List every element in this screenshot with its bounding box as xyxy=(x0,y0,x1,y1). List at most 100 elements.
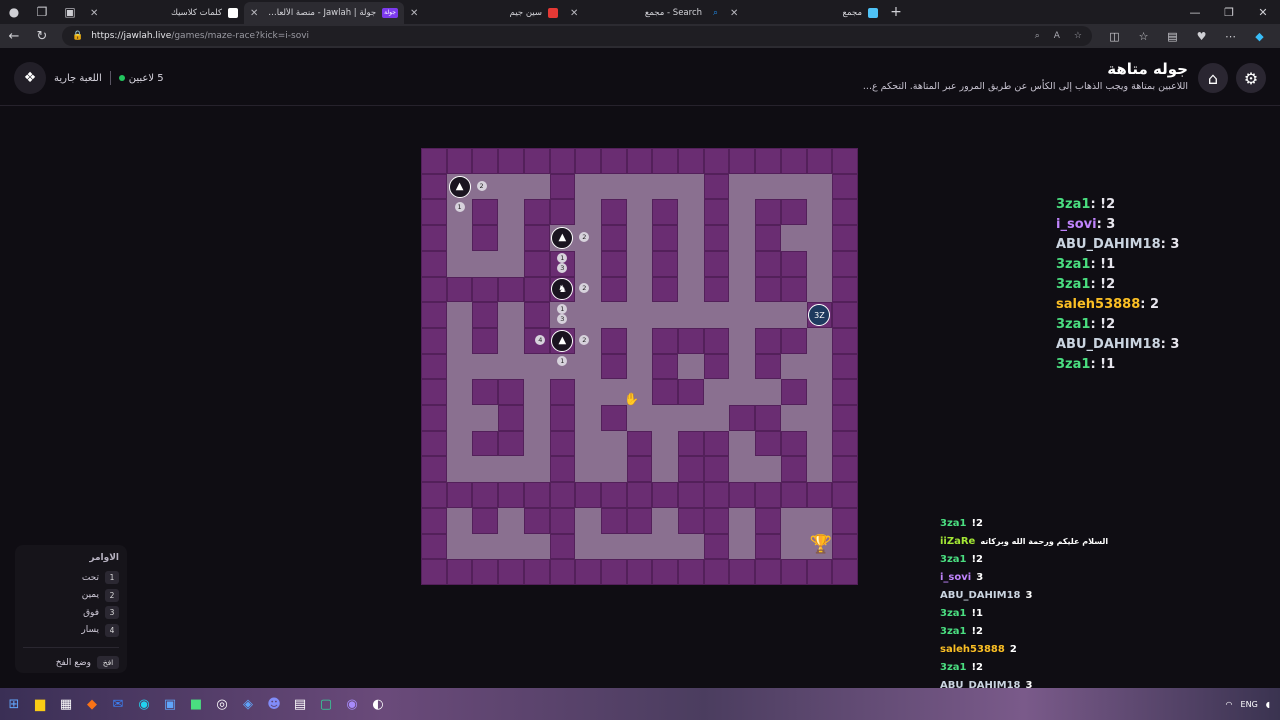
maze-wall xyxy=(421,379,447,406)
obs-icon[interactable]: ◎ xyxy=(210,692,234,716)
close-icon[interactable]: ✕ xyxy=(410,8,418,19)
maze-wall xyxy=(678,559,704,585)
tab-majma[interactable]: مجمع ✕ xyxy=(724,2,884,24)
maze-path xyxy=(446,250,473,277)
tab-search[interactable]: ⌕ Search - مجمع ✕ xyxy=(564,2,724,24)
workspaces-icon[interactable]: ❐ xyxy=(28,0,56,24)
maze-wall xyxy=(549,559,576,585)
command-key: 2 xyxy=(105,588,119,602)
maze-wall xyxy=(446,559,473,585)
tab-actions-icon[interactable]: ▣ xyxy=(56,0,84,24)
chat-text: !2 xyxy=(971,662,984,673)
maze-path xyxy=(729,276,756,303)
wifi-icon[interactable]: ◠ xyxy=(1226,700,1233,709)
messenger-icon[interactable]: ◈ xyxy=(236,692,260,716)
chat-message: 3za1 !2 xyxy=(940,659,1108,677)
maze-wall xyxy=(755,225,781,251)
calculator-icon[interactable]: ▦ xyxy=(54,692,78,716)
maze-wall xyxy=(523,302,550,328)
maze-wall xyxy=(421,456,447,483)
maze-wall xyxy=(472,559,499,585)
app-green-icon[interactable]: ▢ xyxy=(314,692,338,716)
home-button[interactable]: ⌂ xyxy=(1198,63,1228,93)
maze-wall xyxy=(832,250,858,277)
feed-separator: : xyxy=(1140,297,1150,312)
extensions-icon[interactable]: ♥ xyxy=(1187,30,1216,43)
maze-path xyxy=(446,533,473,560)
tab-title: كلمات كلاسيك xyxy=(170,8,222,18)
split-screen-icon[interactable]: ◫ xyxy=(1100,30,1129,43)
copilot-icon[interactable]: ◆ xyxy=(1245,30,1274,43)
app-purple-icon[interactable]: ◉ xyxy=(340,692,364,716)
maze-wall xyxy=(549,199,576,226)
close-icon[interactable]: ✕ xyxy=(570,8,578,19)
maze-wall xyxy=(549,148,576,174)
chat-username: 3za1 xyxy=(940,518,967,529)
maze-path xyxy=(755,173,781,200)
command-key: 3 xyxy=(105,606,119,620)
maze-path xyxy=(626,302,653,328)
maze-wall xyxy=(626,482,653,508)
close-icon[interactable]: ✕ xyxy=(90,8,98,19)
feed-command: !2 xyxy=(1100,317,1116,332)
volume-icon[interactable]: ◖ xyxy=(1266,700,1270,709)
read-aloud-icon[interactable]: A xyxy=(1054,31,1060,41)
maze-wall xyxy=(652,482,679,508)
maze-path xyxy=(652,405,679,431)
feed-username: ABU_DAHIM18 xyxy=(1056,237,1161,252)
windows-start-icon[interactable]: ⊞ xyxy=(2,692,26,716)
maze-path xyxy=(755,302,781,328)
maze-path xyxy=(523,173,550,200)
maze-wall xyxy=(472,148,499,174)
chat-bubble-icon[interactable]: ❖ xyxy=(14,62,46,94)
chat-message: saleh53888 2 xyxy=(940,641,1108,659)
favorite-star-icon[interactable]: ☆ xyxy=(1074,31,1082,41)
maximize-icon[interactable]: ❐ xyxy=(1212,6,1246,19)
maze-wall xyxy=(780,327,807,354)
feed-separator: : xyxy=(1090,317,1101,332)
chat-username: 3za1 xyxy=(940,554,967,565)
file-explorer-icon[interactable]: ▆ xyxy=(28,692,52,716)
close-window-icon[interactable]: ✕ xyxy=(1246,6,1280,19)
close-icon[interactable]: ✕ xyxy=(250,8,258,19)
brave-icon[interactable]: ◆ xyxy=(80,692,104,716)
minimize-icon[interactable]: — xyxy=(1178,6,1212,19)
maze-wall xyxy=(755,353,781,380)
close-icon[interactable]: ✕ xyxy=(730,8,738,19)
maze-wall xyxy=(626,148,653,174)
refresh-icon[interactable]: ↻ xyxy=(28,29,56,44)
menu-icon[interactable]: ⋯ xyxy=(1216,30,1245,43)
tab-jawlah[interactable]: جولة جولة | Jawlah - منصة الألعاب التفاع… xyxy=(244,2,404,24)
tab-classic-words[interactable]: كلمات كلاسيك ✕ xyxy=(84,2,244,24)
chat-text: السلام عليكم ورحمة الله وبركاته xyxy=(980,537,1109,546)
language-indicator[interactable]: ENG xyxy=(1241,700,1258,709)
tab-seen-jeem[interactable]: سين جيم ✕ xyxy=(404,2,564,24)
maze-wall xyxy=(498,148,524,174)
zoom-icon[interactable]: ⌕ xyxy=(1035,31,1040,41)
settings-button[interactable]: ⚙ xyxy=(1236,63,1266,93)
command-label: يسار xyxy=(81,625,99,636)
player-move-badge: 1 xyxy=(454,201,465,212)
maze-wall xyxy=(600,148,627,174)
edge-icon[interactable]: ◉ xyxy=(132,692,156,716)
steam-icon[interactable]: ◐ xyxy=(366,692,390,716)
maze-wall xyxy=(832,533,858,560)
maze-path xyxy=(729,379,756,406)
epic-games-icon[interactable]: ▤ xyxy=(288,692,312,716)
maze-path xyxy=(806,405,833,431)
maze-path xyxy=(575,173,601,200)
discord-icon[interactable]: ☻ xyxy=(262,692,286,716)
new-tab-button[interactable]: + xyxy=(884,4,908,20)
maze-wall xyxy=(421,225,447,251)
outlook-icon[interactable]: ✉ xyxy=(106,692,130,716)
collections-icon[interactable]: ▤ xyxy=(1158,30,1187,43)
favorites-icon[interactable]: ☆ xyxy=(1129,30,1158,43)
url-field[interactable]: 🔒 https://jawlah.live/games/maze-race?ki… xyxy=(62,26,1092,46)
maze-wall xyxy=(652,379,679,406)
back-icon[interactable]: ← xyxy=(0,29,28,44)
profile-icon[interactable]: ● xyxy=(0,0,28,24)
maze-wall xyxy=(523,148,550,174)
photos-icon[interactable]: ▣ xyxy=(158,692,182,716)
minecraft-icon[interactable]: ■ xyxy=(184,692,208,716)
maze-path xyxy=(806,456,833,483)
